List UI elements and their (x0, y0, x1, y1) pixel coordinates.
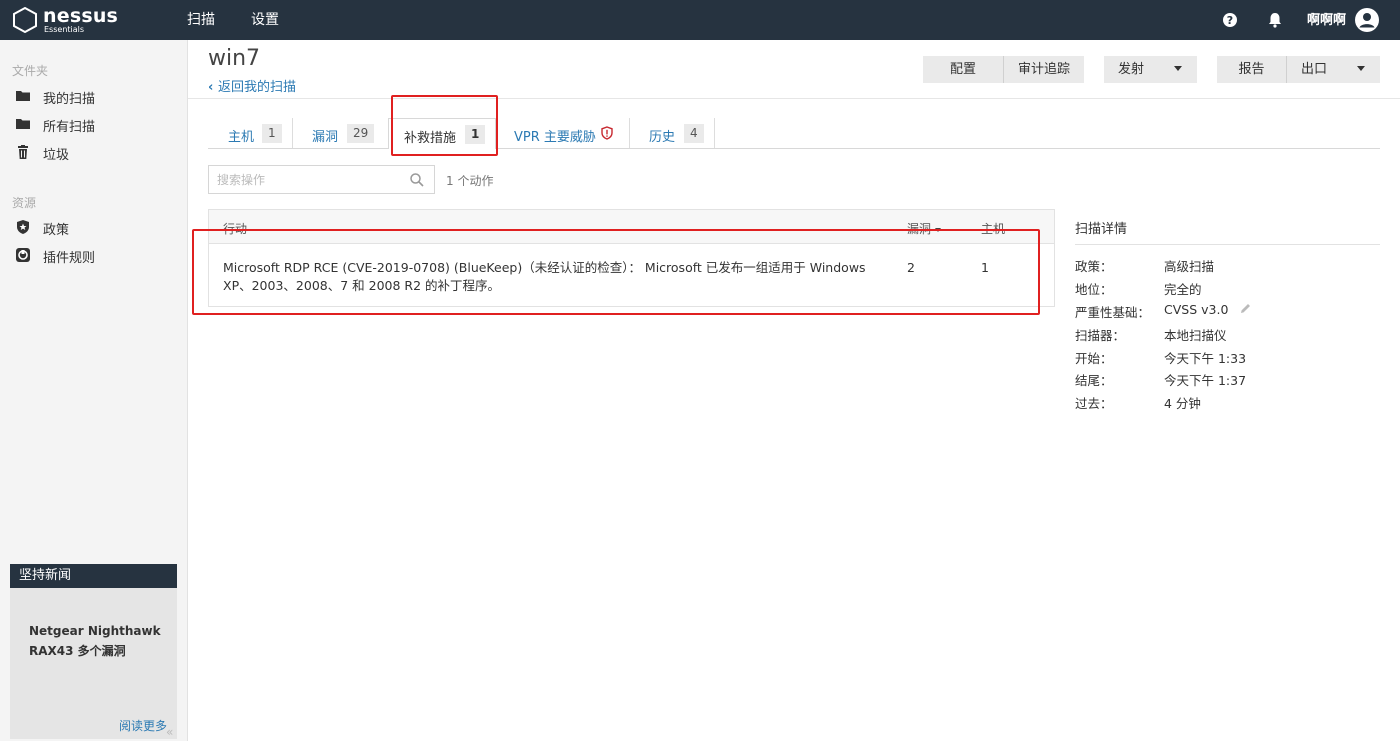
tab-count-badge: 1 (262, 124, 282, 143)
chevron-left-icon: ‹ (208, 80, 214, 95)
column-header-label: 漏洞 (907, 222, 932, 236)
tab-label: 补救措施 (404, 131, 457, 146)
collapse-sidebar-icon[interactable]: « (166, 725, 173, 739)
user-avatar-icon[interactable] (1355, 8, 1379, 32)
tab-vulnerabilities[interactable]: 漏洞 29 (293, 118, 385, 149)
table-header: 行动 漏洞 主机 (209, 210, 1054, 244)
sidebar: 文件夹 我的扫描 所有扫描 垃圾 资源 政策 插件规则 坚持新闻 Netgear… (0, 40, 188, 741)
page-title: win7 (208, 46, 261, 71)
tab-count-badge: 4 (684, 124, 704, 143)
detail-label-status: 地位： (1075, 282, 1113, 297)
export-button-label: 出口 (1301, 62, 1328, 77)
tab-label: 历史 (649, 130, 676, 145)
active-tab-gap (389, 147, 495, 150)
search-icon[interactable] (409, 172, 425, 188)
top-bar: nessus Essentials 扫描 设置 ? 啊啊啊 (0, 0, 1400, 40)
search-box[interactable] (208, 165, 435, 194)
launch-button[interactable]: 发射 (1104, 56, 1197, 83)
folder-icon (16, 91, 30, 101)
tab-history[interactable]: 历史 4 (630, 118, 715, 149)
svg-text:?: ? (1227, 14, 1233, 27)
tab-hosts[interactable]: 主机 1 (208, 118, 292, 149)
tab-label: VPR 主要威胁 (514, 130, 596, 145)
sidebar-item-label: 所有扫描 (43, 120, 96, 135)
detail-label-scanner: 扫描器： (1075, 328, 1126, 343)
nav-settings[interactable]: 设置 (251, 12, 279, 28)
column-header-action[interactable]: 行动 (223, 220, 247, 237)
scan-details-divider (1075, 244, 1380, 245)
folders-label: 文件夹 (12, 64, 49, 78)
tab-label: 漏洞 (312, 130, 339, 145)
hexagon-logo-icon (13, 7, 37, 33)
back-to-scans-link[interactable]: ‹ 返回我的扫描 (208, 76, 296, 95)
detail-value-end: 今天下午 1:37 (1164, 373, 1247, 388)
export-button[interactable]: 出口 (1287, 56, 1380, 83)
sidebar-item-label: 政策 (43, 223, 70, 238)
policy-shield-icon (17, 220, 29, 234)
nessus-logo[interactable]: nessus Essentials (12, 5, 122, 35)
vpr-shield-icon (601, 126, 613, 140)
news-panel: 坚持新闻 Netgear Nighthawk RAX43 多个漏洞 阅读更多 (10, 564, 177, 739)
username[interactable]: 啊啊啊 (1307, 13, 1346, 28)
vuln-count: 2 (907, 260, 915, 275)
report-button[interactable]: 报告 (1217, 56, 1286, 83)
tab-count-badge: 1 (465, 125, 486, 144)
tab-label: 主机 (228, 130, 255, 145)
detail-value-scanner: 本地扫描仪 (1164, 328, 1227, 343)
detail-label-end: 结尾： (1075, 373, 1113, 388)
configure-button[interactable]: 配置 (923, 56, 1003, 83)
detail-value-severity-base: CVSS v3.0 (1164, 302, 1229, 317)
table-row[interactable]: Microsoft RDP RCE (CVE-2019-0708) (BlueK… (209, 245, 1054, 306)
sidebar-item-label: 我的扫描 (43, 92, 96, 107)
launch-dropdown-caret-icon (1174, 66, 1182, 71)
sidebar-item-label: 插件规则 (43, 251, 96, 266)
sort-desc-icon (935, 227, 942, 232)
bell-icon[interactable] (1266, 11, 1284, 29)
detail-value-start: 今天下午 1:33 (1164, 351, 1247, 366)
news-title[interactable]: Netgear Nighthawk RAX43 多个漏洞 (29, 621, 169, 661)
plugin-rules-icon (16, 248, 30, 262)
action-count: 1 个动作 (446, 174, 494, 188)
sidebar-item-plugin-rules[interactable]: 插件规则 (0, 243, 187, 267)
back-link-label: 返回我的扫描 (218, 80, 297, 95)
sidebar-item-my-scans[interactable]: 我的扫描 (0, 84, 187, 108)
detail-label-start: 开始： (1075, 351, 1113, 366)
news-header: 坚持新闻 (10, 564, 177, 588)
help-icon[interactable]: ? (1221, 11, 1239, 29)
sidebar-item-label: 垃圾 (43, 148, 70, 163)
read-more-link[interactable]: 阅读更多 (119, 717, 167, 734)
search-input[interactable] (217, 171, 407, 189)
brand-edition: Essentials (44, 25, 85, 34)
detail-value-elapsed: 4 分钟 (1164, 396, 1201, 411)
remediation-action-text: Microsoft RDP RCE (CVE-2019-0708) (BlueK… (223, 260, 866, 293)
host-count: 1 (981, 260, 989, 275)
brand-name: nessus (43, 5, 119, 27)
audit-trail-button[interactable]: 审计追踪 (1004, 56, 1084, 83)
tab-vpr-top-threats[interactable]: VPR 主要威胁 (498, 118, 629, 149)
export-dropdown-caret-icon (1357, 66, 1365, 71)
tab-count-badge: 29 (347, 124, 375, 143)
trash-icon (18, 145, 28, 159)
sidebar-item-policies[interactable]: 政策 (0, 215, 187, 239)
column-header-vulns[interactable]: 漏洞 (907, 220, 942, 237)
detail-label-elapsed: 过去： (1075, 396, 1113, 411)
detail-value-policy: 高级扫描 (1164, 259, 1215, 274)
tab-remediations[interactable]: 补救措施 1 (388, 118, 496, 149)
pencil-edit-icon[interactable] (1239, 302, 1252, 315)
launch-button-label: 发射 (1118, 62, 1145, 77)
remediations-table: 行动 漏洞 主机 Microsoft RDP RCE (CVE-2019-070… (208, 209, 1055, 307)
scan-details-title: 扫描详情 (1075, 222, 1128, 237)
folder-icon (16, 119, 30, 129)
tab-divider (714, 118, 715, 148)
detail-label-severity-base: 严重性基础： (1075, 305, 1151, 320)
detail-value-status: 完全的 (1164, 282, 1202, 297)
sidebar-item-all-scans[interactable]: 所有扫描 (0, 112, 187, 136)
header-divider (188, 98, 1400, 99)
resources-label: 资源 (12, 196, 37, 210)
column-header-hosts[interactable]: 主机 (981, 220, 1005, 237)
detail-label-policy: 政策： (1075, 259, 1113, 274)
nav-scans[interactable]: 扫描 (187, 12, 215, 28)
sidebar-item-trash[interactable]: 垃圾 (0, 140, 187, 164)
tabs-underline (208, 148, 1380, 149)
